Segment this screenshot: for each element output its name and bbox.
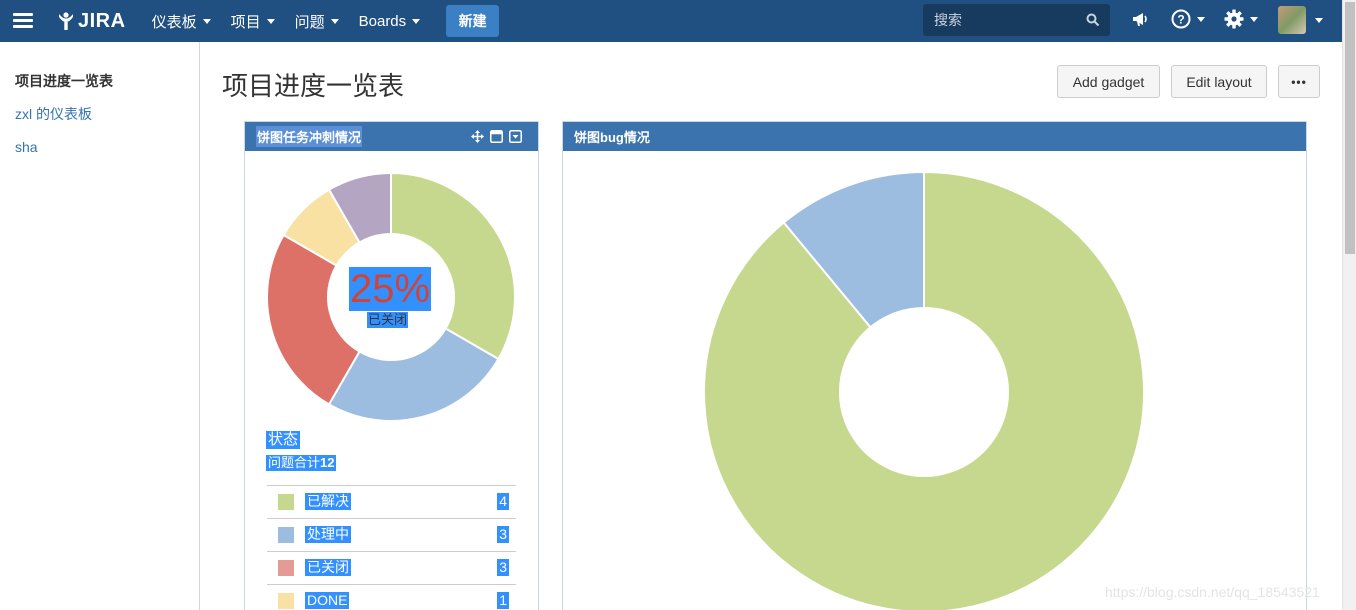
scrollbar-thumb[interactable] [1345,2,1355,254]
nav-dashboards[interactable]: 仪表板 [152,11,211,32]
gear-icon [1224,9,1244,29]
gadget-title: 饼图bug情况 [574,130,650,145]
pie-slice[interactable] [390,171,516,361]
jira-logo-icon [59,12,73,30]
edit-layout-button[interactable]: Edit layout [1171,65,1267,98]
dashboard-sidebar: 项目进度一览表 zxl 的仪表板 sha [0,42,200,610]
watermark: https://blog.csdn.net/qq_18543521 [1105,584,1320,600]
menu-icon[interactable] [13,13,35,29]
nav-dashboards-label: 仪表板 [151,13,197,31]
help-icon: ? [1171,9,1191,29]
page-title: 项目进度一览表 [222,71,405,101]
donut-center-percent: 25% [349,267,432,311]
move-icon[interactable] [471,130,484,143]
legend-name[interactable]: 处理中 [305,526,351,543]
sidebar-item-project-progress[interactable]: 项目进度一览表 [0,72,199,105]
avatar [1278,6,1306,34]
top-navigation-bar: JIRA 仪表板 项目 问题 Boards 新建 ? [0,0,1342,42]
legend-row[interactable]: DONE 1 [267,584,516,610]
chevron-down-icon [266,18,275,24]
donut-center-label: 已关闭 [367,312,409,328]
help-menu[interactable]: ? [1171,9,1205,29]
sidebar-item-sha[interactable]: sha [0,138,199,171]
legend-count[interactable]: 3 [497,559,509,576]
legend-row[interactable]: 已关闭 3 [267,551,516,584]
nav-issues-label: 问题 [294,13,325,31]
legend-swatch [278,593,294,609]
legend-row[interactable]: 处理中 3 [267,518,516,551]
announcement-icon[interactable] [1131,9,1151,29]
search-icon[interactable] [1086,13,1100,27]
nav-boards[interactable]: Boards [359,13,421,30]
create-button[interactable]: 新建 [446,5,500,37]
chevron-down-icon [1250,16,1258,22]
jira-logo-text: JIRA [78,9,126,32]
settings-menu[interactable] [1224,9,1258,29]
nav-projects-label: 项目 [230,13,261,31]
legend-count[interactable]: 4 [497,493,509,510]
legend-total-value: 12 [320,455,335,470]
legend-name[interactable]: 已关闭 [305,559,351,576]
legend-swatch [278,494,294,510]
page-scrollbar[interactable] [1342,0,1356,610]
sidebar-item-zxl-dashboard[interactable]: zxl 的仪表板 [0,105,199,138]
jira-logo[interactable]: JIRA [56,10,126,33]
chevron-down-icon [412,18,421,24]
legend-total: 问题合计12 [266,455,337,471]
legend-title: 状态 [266,431,301,449]
gadget-menu-icon[interactable] [509,130,522,143]
legend-name[interactable]: DONE [305,592,350,609]
nav-issues[interactable]: 问题 [295,11,339,32]
svg-text:?: ? [1177,13,1184,27]
chevron-down-icon [330,18,339,24]
nav-projects[interactable]: 项目 [231,11,275,32]
legend-name[interactable]: 已解决 [305,493,351,510]
maximize-icon[interactable] [490,130,503,143]
bug-status-donut-chart [703,170,1145,610]
chevron-down-icon [1315,17,1323,23]
chevron-down-icon [1197,16,1205,22]
legend-swatch [278,560,294,576]
add-gadget-button[interactable]: Add gadget [1057,65,1160,98]
legend-count[interactable]: 1 [497,592,509,609]
user-menu[interactable] [1278,6,1323,34]
gadget-title: 饼图任务冲刺情况 [256,126,363,147]
chevron-down-icon [202,18,211,24]
legend-count[interactable]: 3 [497,526,509,543]
nav-boards-label: Boards [358,12,407,30]
gadget-header[interactable]: 饼图bug情况 [563,122,1306,151]
search-input[interactable] [934,12,1084,28]
legend-row[interactable]: 已解决 4 [267,485,516,518]
gadget-header[interactable]: 饼图任务冲刺情况 [245,122,538,151]
gadget-tools [471,130,522,143]
legend-total-label: 问题合计 [268,455,321,470]
legend-table: 已解决 4 处理中 3 已关闭 3 DONE 1 [267,485,516,610]
search-box [923,4,1110,36]
more-options-button[interactable]: ••• [1278,65,1320,98]
legend-swatch [278,527,294,543]
